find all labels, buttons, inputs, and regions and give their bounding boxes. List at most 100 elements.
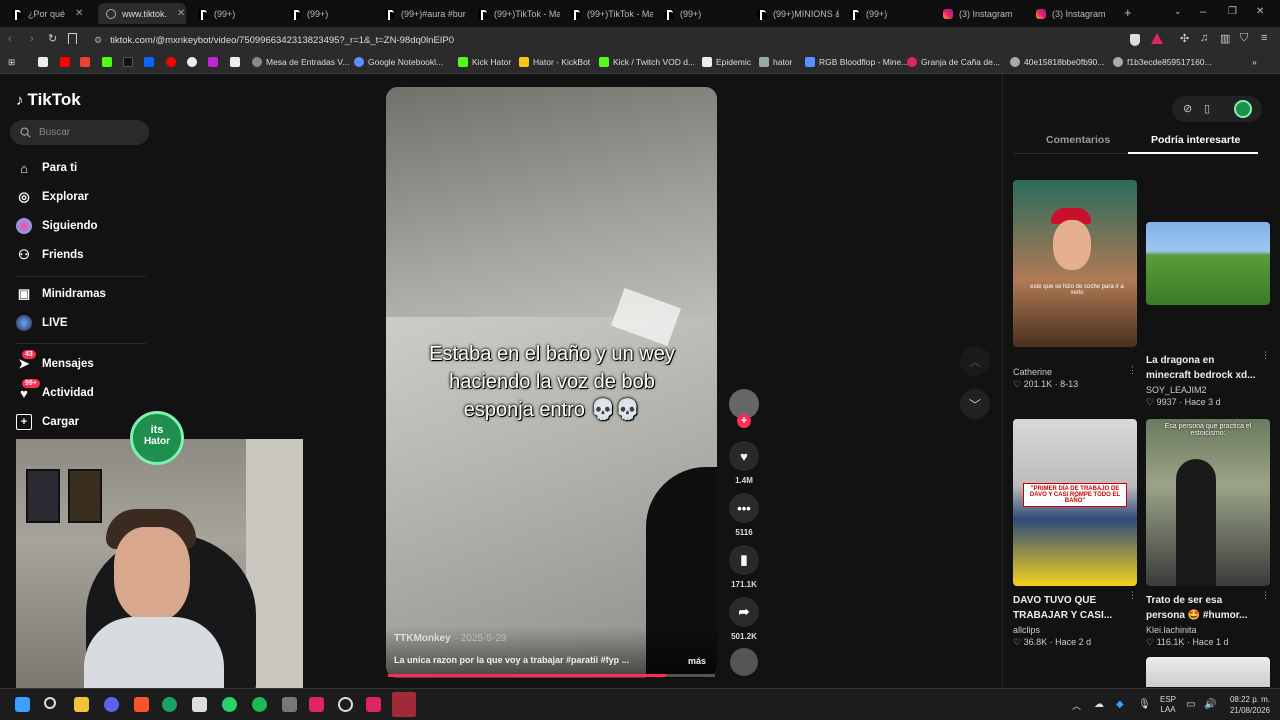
tray-app-icon[interactable]: ◆ <box>1116 699 1124 710</box>
like-button[interactable]: ♥ 1.4M <box>728 441 760 485</box>
browser-tab[interactable]: (99+) <box>842 3 932 24</box>
brave-icon[interactable] <box>134 697 149 712</box>
search-input[interactable]: Buscar <box>10 120 149 145</box>
more-options-icon[interactable]: ⋮ <box>1128 590 1137 623</box>
volume-icon[interactable]: 🔊 <box>1204 699 1216 710</box>
next-video-button[interactable]: ﹀ <box>960 389 990 419</box>
windows-start-icon[interactable] <box>15 697 30 712</box>
more-bookmarks-icon[interactable]: » <box>1252 57 1257 67</box>
kick-icon[interactable] <box>102 57 112 67</box>
sidebar-item-mensajes[interactable]: ➤ 43 Mensajes <box>16 350 94 372</box>
gmail-icon[interactable] <box>80 57 90 67</box>
sidebar-item-para-ti[interactable]: ⌂ Para ti <box>16 160 77 176</box>
browser-tab[interactable]: (99+)TikTok - Ma <box>563 3 653 24</box>
profile-avatar[interactable] <box>1234 100 1252 118</box>
bookmark-item[interactable]: hator <box>759 57 792 67</box>
chevron-down-icon[interactable]: ⌄ <box>1174 6 1182 17</box>
brave-shield-icon[interactable] <box>1130 34 1140 46</box>
youtube-music-icon[interactable] <box>166 57 176 67</box>
more-options-icon[interactable]: ⋮ <box>1261 590 1270 623</box>
search-icon[interactable] <box>44 697 56 709</box>
sidebar-toggle-icon[interactable]: ▥ <box>1220 32 1230 45</box>
spotify-icon[interactable] <box>252 697 267 712</box>
bookmark-item[interactable]: Google Notebookl... <box>354 57 443 67</box>
media-icon[interactable]: ♫ <box>1200 32 1208 44</box>
meta-icon[interactable] <box>144 57 154 67</box>
more-link[interactable]: más <box>688 656 706 666</box>
forward-icon[interactable]: › <box>30 33 34 45</box>
minimize-icon[interactable]: – <box>1200 6 1206 18</box>
reload-icon[interactable]: ↻ <box>48 32 57 45</box>
app-icon[interactable] <box>192 697 207 712</box>
site-info-icon[interactable]: ⚙ <box>94 35 102 46</box>
browser-tab[interactable]: (99+) <box>190 3 280 24</box>
more-options-icon[interactable]: ⋮ <box>1128 365 1137 377</box>
bookmark-item[interactable]: Epidemic <box>702 57 751 67</box>
tray-chevron-icon[interactable]: ︿ <box>1072 699 1081 712</box>
sidebar-item-actividad[interactable]: ♥ 99+ Actividad <box>16 379 94 401</box>
tiktok-logo[interactable]: ♪ TikTok <box>16 90 81 110</box>
microphone-icon[interactable]: 🎙 <box>1138 699 1151 710</box>
tiktok-studio-icon[interactable] <box>366 697 381 712</box>
close-icon[interactable]: ✕ <box>177 8 185 19</box>
close-icon[interactable]: ✕ <box>75 8 83 19</box>
progress-bar[interactable] <box>388 674 715 677</box>
tab-podria-interesarte[interactable]: Podría interesarte <box>1151 134 1240 146</box>
browser-tab[interactable]: (99+) <box>656 3 746 24</box>
video-author[interactable]: TTKMonkey · 2025-5-29 <box>394 633 506 644</box>
bookmark-item[interactable]: Mesa de Entradas V... <box>252 57 349 67</box>
sidebar-item-live[interactable]: LIVE <box>16 315 68 331</box>
browser-tab[interactable]: (99+)#aura #bur <box>377 3 467 24</box>
browser-tab[interactable]: (3) Instagram <box>1028 3 1120 24</box>
video-thumbnail-partial[interactable] <box>1146 657 1270 687</box>
github-icon[interactable] <box>187 57 197 67</box>
bookmark-item[interactable]: RGB Bloodflop - Mine... <box>805 57 908 67</box>
author-avatar[interactable]: + <box>728 389 760 428</box>
menu-icon[interactable]: ≡ <box>1261 32 1267 44</box>
follow-plus-icon[interactable]: + <box>737 414 751 428</box>
apps-icon[interactable]: ⊞ <box>8 57 15 68</box>
discord-icon[interactable] <box>104 697 119 712</box>
bookmark-item[interactable]: Kick Hator <box>458 57 511 67</box>
more-options-icon[interactable]: ⋮ <box>1261 350 1270 383</box>
browser-tab[interactable]: (99+)TikTok - Ma <box>470 3 560 24</box>
tab-comentarios[interactable]: Comentarios <box>1046 134 1110 146</box>
bookmark-item[interactable]: f1b3ecde859517160... <box>1113 57 1212 67</box>
youtube-icon[interactable] <box>60 57 70 67</box>
sidebar-item-siguiendo[interactable]: Siguiendo <box>16 218 98 234</box>
device-icon[interactable]: ▯ <box>1204 102 1210 115</box>
vpn-icon[interactable]: ⛉ <box>1240 32 1248 45</box>
app-icon[interactable] <box>309 697 324 712</box>
maximize-icon[interactable]: ❐ <box>1228 6 1237 17</box>
network-icon[interactable]: ▭ <box>1186 699 1195 710</box>
notion-icon[interactable] <box>230 57 240 67</box>
bookmark-item[interactable]: Granja de Caña de... <box>907 57 1000 67</box>
whatsapp-icon[interactable] <box>222 697 237 712</box>
sidebar-item-cargar[interactable]: + Cargar <box>16 414 79 430</box>
browser-tab[interactable]: (3) Instagram <box>935 3 1027 24</box>
language-indicator[interactable]: ESP LAA <box>1160 695 1176 715</box>
active-app-icon[interactable] <box>392 692 416 717</box>
obs-icon[interactable] <box>338 697 353 712</box>
file-explorer-icon[interactable] <box>74 697 89 712</box>
recommended-video-card[interactable]: "PRIMER DÍA DE TRABAJO DE DAVO Y CASI RO… <box>1013 419 1137 648</box>
back-icon[interactable]: ‹ <box>8 33 12 45</box>
sidebar-item-friends[interactable]: ⚇ Friends <box>16 247 83 263</box>
bookmark-icon[interactable] <box>68 33 77 44</box>
share-button[interactable]: ➦ 501.2K <box>728 597 760 641</box>
sidebar-item-minidramas[interactable]: ▣ Minidramas <box>16 286 106 302</box>
bookmark-n-icon[interactable] <box>38 57 48 67</box>
comment-button[interactable]: ••• 5116 <box>728 493 760 537</box>
tiktok-icon[interactable] <box>123 57 133 67</box>
streamlabs-icon[interactable] <box>208 57 218 67</box>
bookmark-item[interactable]: Hator - KickBot <box>519 57 590 67</box>
recommended-video-card[interactable]: Esa persona que practica el estoicismo: … <box>1146 419 1270 648</box>
previous-video-button[interactable]: ︿ <box>960 346 990 376</box>
recommended-video-card[interactable]: este que se hizo de coche para ir a verl… <box>1013 180 1137 390</box>
browser-tab[interactable]: ¿Por qué ✕ <box>4 3 96 24</box>
sidebar-item-explorar[interactable]: ◎ Explorar <box>16 189 88 205</box>
cloud-icon[interactable]: ☁ <box>1094 699 1104 710</box>
browser-tab-active[interactable]: www.tiktok. ✕ <box>98 3 186 24</box>
bookmark-item[interactable]: 40e15818bbe0fb90... <box>1010 57 1104 67</box>
app-icon[interactable] <box>162 697 177 712</box>
